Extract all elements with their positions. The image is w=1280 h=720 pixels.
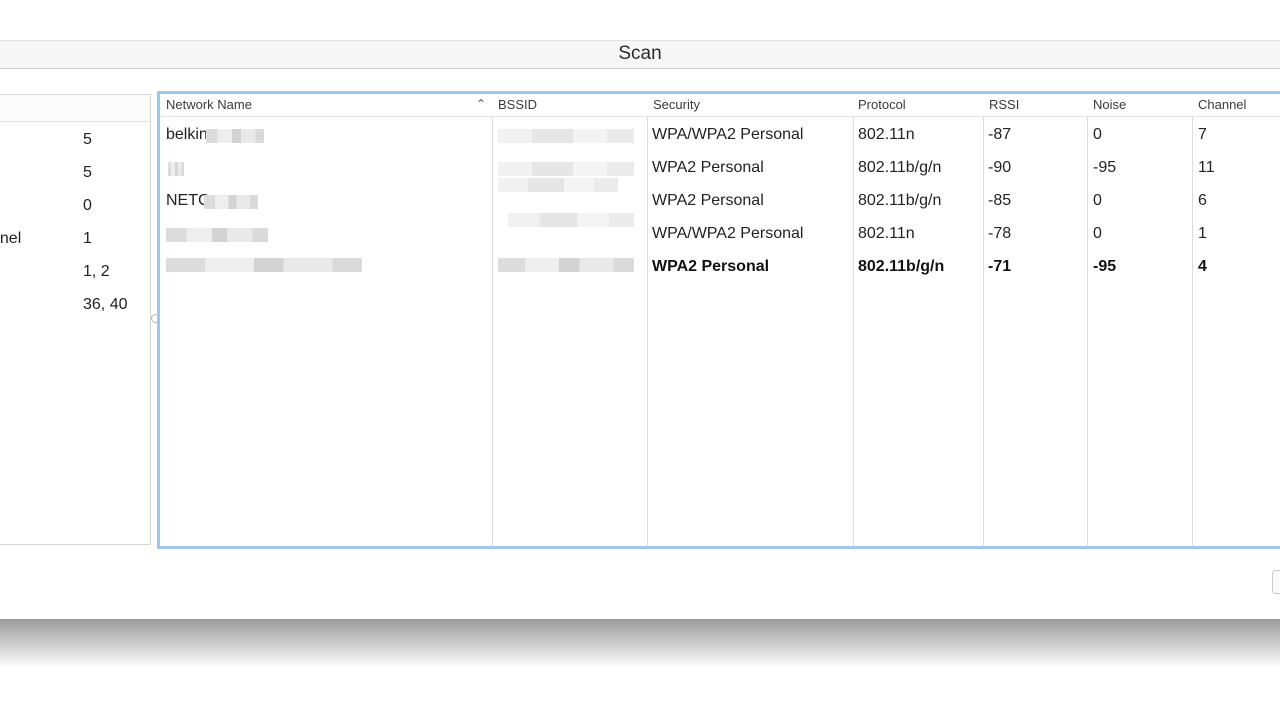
info-row: 5 [0,164,150,197]
column-header-noise[interactable]: Noise [1093,97,1126,112]
security-cell: WPA/WPA2 Personal [652,225,804,242]
rssi-cell: -87 [988,126,1012,143]
redacted-text [168,162,184,176]
channel-cell: 7 [1198,126,1207,143]
info-value: 0 [83,197,92,214]
noise-cell: 0 [1093,126,1102,143]
table-row[interactable]: NETC WPA2 Personal 802.11b/g/n -85 0 6 [160,178,1280,217]
protocol-cell: 802.11b/g/n [858,192,942,209]
channel-cell: 1 [1198,225,1207,242]
column-header-network-name[interactable]: Network Name [166,97,252,112]
noise-cell: -95 [1093,258,1117,275]
info-row: 1, 2 [0,263,150,296]
table-row[interactable]: belkin WPA/WPA2 Personal 802.11n -87 0 7 [160,118,1280,151]
redacted-bssid [498,258,634,272]
column-header-bssid[interactable]: BSSID [498,97,537,112]
protocol-cell: 802.11n [858,225,915,242]
info-value: 36, 40 [83,296,128,313]
info-panel: 5 5 0 nnel 1 1, 2 36, 40 [0,94,151,545]
info-row: 5 [0,131,150,164]
security-cell: WPA2 Personal [652,192,764,209]
info-row: 36, 40 [0,296,150,329]
info-row: nnel 1 [0,230,150,263]
scan-window: Scan 5 5 0 nnel 1 1, 2 [0,0,1280,620]
noise-cell: 0 [1093,225,1102,242]
channel-cell: 4 [1198,258,1207,275]
window-shadow [0,619,1280,667]
channel-cell: 6 [1198,192,1207,209]
rssi-cell: -90 [988,159,1012,176]
network-name-cell: belkin [166,126,208,143]
info-value: 5 [83,164,92,181]
noise-cell: -95 [1093,159,1117,176]
rssi-cell: -85 [988,192,1012,209]
security-cell: WPA2 Personal [652,159,764,176]
redacted-text [204,195,258,209]
scan-results-table[interactable]: Network Name ⌃ BSSID Security Protocol R… [157,91,1280,549]
redacted-text [166,228,268,242]
title-bar[interactable]: Scan [0,40,1280,69]
info-value: 1 [83,230,92,247]
redacted-bssid [498,162,634,176]
chevron-up-icon[interactable]: ⌃ [476,97,486,111]
table-header: Network Name ⌃ BSSID Security Protocol R… [160,94,1280,117]
protocol-cell: 802.11n [858,126,915,143]
screen: Scan 5 5 0 nnel 1 1, 2 [0,0,1280,720]
column-header-channel[interactable]: Channel [1198,97,1246,112]
protocol-cell: 802.11b/g/n [858,258,945,275]
column-header-security[interactable]: Security [653,97,700,112]
column-header-protocol[interactable]: Protocol [858,97,906,112]
info-value: 1, 2 [83,263,110,280]
info-row: 0 [0,197,150,230]
redacted-text [166,258,362,272]
rssi-cell: -71 [988,258,1012,275]
redacted-text [206,129,264,143]
table-row[interactable]: WPA2 Personal 802.11b/g/n -71 -95 4 [160,250,1280,283]
column-header-rssi[interactable]: RSSI [989,97,1019,112]
redacted-bssid [498,178,618,192]
security-cell: WPA/WPA2 Personal [652,126,804,143]
security-cell: WPA2 Personal [652,258,770,275]
window-title: Scan [618,43,662,64]
rssi-cell: -78 [988,225,1012,242]
protocol-cell: 802.11b/g/n [858,159,942,176]
info-label: nnel [0,230,22,247]
table-row[interactable]: WPA/WPA2 Personal 802.11n -78 0 1 [160,213,1280,250]
table-row[interactable]: WPA2 Personal 802.11b/g/n -90 -95 11 [160,151,1280,184]
info-value: 5 [83,131,92,148]
info-panel-header [0,95,150,122]
window-button[interactable] [1272,570,1280,594]
noise-cell: 0 [1093,192,1102,209]
redacted-bssid [498,129,634,143]
redacted-bssid [508,213,634,227]
channel-cell: 11 [1198,159,1215,176]
